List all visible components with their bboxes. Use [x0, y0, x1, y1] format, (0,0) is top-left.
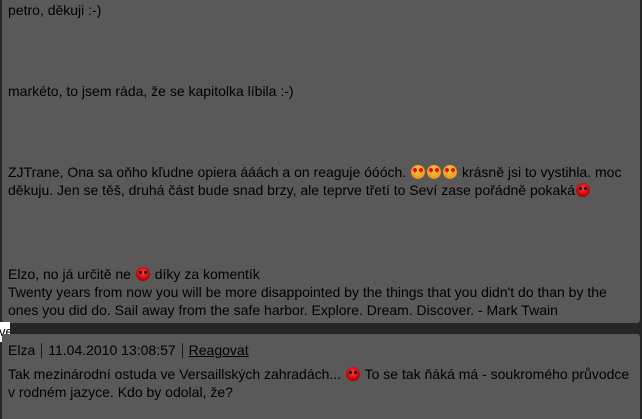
- angry-smiley-icon: [135, 267, 150, 281]
- comment-reply-elza: Elzo, no já určitě ne díky za komentík: [8, 265, 634, 283]
- comment-reply-marketa: markéto, to jsem ráda, že se kapitolka l…: [8, 83, 294, 99]
- meta-divider: [181, 342, 183, 358]
- angry-smiley-icon: [576, 183, 591, 197]
- comment-reply-elza-part1: Elzo, no já určitě ne: [8, 266, 131, 282]
- comment-panel-top: petro, děkuji :-) markéto, to jsem ráda,…: [2, 0, 640, 323]
- heart-eyes-smiley-icon: [443, 165, 458, 179]
- comment-reply-zjtrane: ZJTrane, Ona sa oňho kľudne opiera ááách…: [8, 163, 634, 199]
- comment-text-part1: Tak mezinárodní ostuda ve Versaillských …: [8, 366, 342, 382]
- heart-eyes-smiley-icon: [427, 165, 442, 179]
- author-signature: Twenty years from now you will be more d…: [8, 284, 607, 318]
- comment-reply-elza-part2: díky za komentík: [154, 266, 260, 282]
- comment-text: Tak mezinárodní ostuda ve Versaillských …: [8, 365, 634, 401]
- angry-smiley-icon: [345, 367, 360, 381]
- comment-meta: Elza 11.04.2010 13:08:57 Reagovat: [8, 341, 249, 359]
- heart-eyes-smiley-icon: [411, 165, 426, 179]
- comment-reply-zjtrane-part1: ZJTrane, Ona sa oňho kľudne opiera ááách…: [8, 164, 407, 180]
- comment-datetime: 11.04.2010 13:08:57: [48, 342, 176, 358]
- reply-link[interactable]: Reagovat: [189, 341, 249, 359]
- comment-panel-elza: Elza 11.04.2010 13:08:57 Reagovat Tak me…: [2, 334, 640, 419]
- comment-reply-petra: petro, děkuji :-): [8, 2, 102, 18]
- comment-author: Elza: [8, 342, 36, 358]
- meta-divider: [41, 342, 43, 358]
